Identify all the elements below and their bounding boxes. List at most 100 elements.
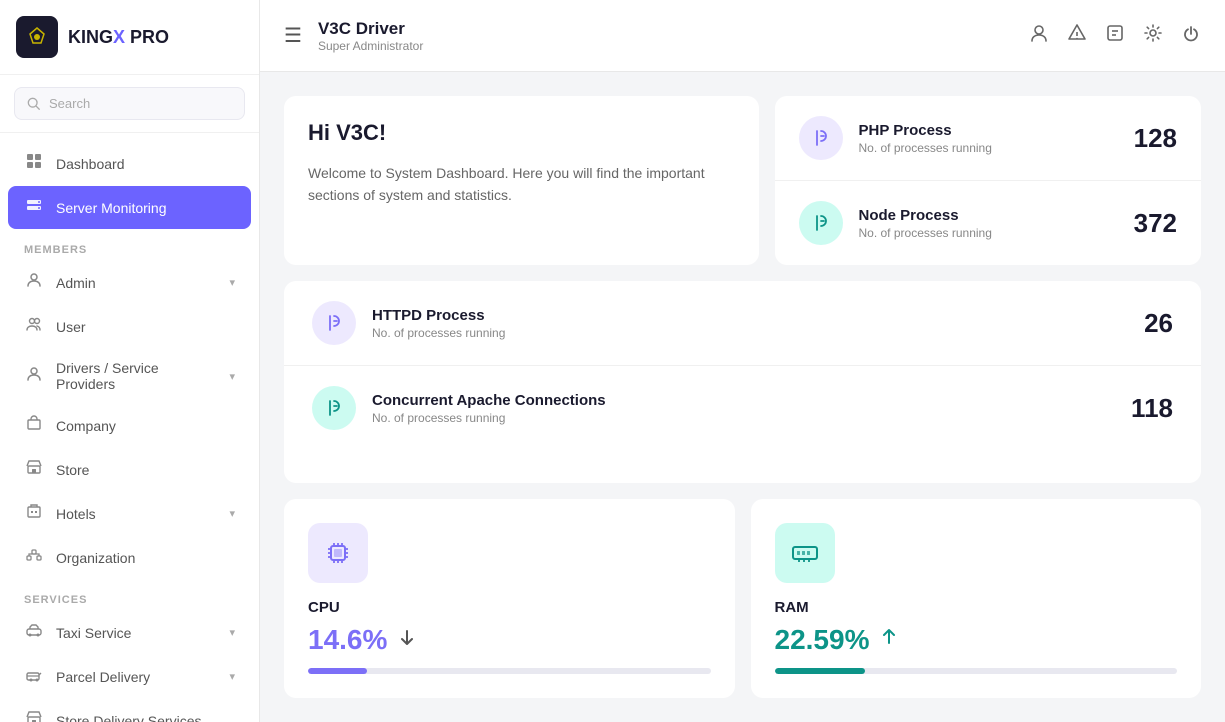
welcome-greeting: Hi V3C! (308, 120, 735, 146)
sidebar-item-dashboard[interactable]: Dashboard (8, 142, 251, 185)
logo-icon (16, 16, 58, 58)
hamburger-button[interactable]: ☰ (284, 23, 302, 48)
apache-name: Concurrent Apache Connections (372, 392, 1115, 409)
ram-card: RAM 22.59% (751, 499, 1202, 698)
dashboard-label: Dashboard (56, 156, 125, 172)
httpd-count: 26 (1144, 308, 1173, 339)
php-process-icon (799, 116, 843, 160)
sidebar-item-user[interactable]: User (8, 305, 251, 348)
sidebar-item-parcel[interactable]: Parcel Delivery ▾ (8, 655, 251, 698)
search-icon (27, 97, 41, 111)
cpu-value: 14.6% (308, 624, 387, 656)
ram-value: 22.59% (775, 624, 870, 656)
header: ☰ V3C Driver Super Administrator (260, 0, 1225, 72)
server-monitoring-icon (24, 197, 44, 218)
taxi-icon (24, 622, 44, 643)
php-count: 128 (1134, 123, 1177, 154)
admin-arrow: ▾ (229, 276, 235, 289)
sidebar-item-organization[interactable]: Organization (8, 536, 251, 579)
sidebar-item-store-delivery[interactable]: Store Delivery Services (8, 699, 251, 722)
logo-text: KINGX PRO (68, 27, 169, 48)
apache-info: Concurrent Apache Connections No. of pro… (372, 392, 1115, 425)
node-name: Node Process (859, 207, 1118, 224)
ram-value-row: 22.59% (775, 624, 1178, 656)
power-icon[interactable] (1181, 23, 1201, 48)
process-card: PHP Process No. of processes running 128… (775, 96, 1202, 265)
alert-icon[interactable] (1067, 23, 1087, 48)
sidebar-item-store[interactable]: Store (8, 448, 251, 491)
page-content: Hi V3C! Welcome to System Dashboard. Her… (260, 72, 1225, 722)
notes-icon[interactable] (1105, 23, 1125, 48)
search-area: Search (0, 75, 259, 133)
sidebar-item-server-monitoring[interactable]: Server Monitoring (8, 186, 251, 229)
header-subtitle: Super Administrator (318, 39, 423, 53)
user-label: User (56, 319, 86, 335)
drivers-icon (24, 366, 44, 387)
cpu-value-row: 14.6% (308, 624, 711, 656)
apache-icon (312, 386, 356, 430)
cpu-bar-fill (308, 668, 367, 674)
sidebar-nav: Dashboard Server Monitoring MEMBERS Admi… (0, 133, 259, 722)
parcel-label: Parcel Delivery (56, 669, 150, 685)
apache-item: Concurrent Apache Connections No. of pro… (284, 366, 1201, 450)
organization-icon (24, 547, 44, 568)
ram-bar (775, 668, 1178, 674)
apache-count: 118 (1131, 393, 1173, 424)
dashboard-icon (24, 153, 44, 174)
node-process-icon (799, 201, 843, 245)
store-label: Store (56, 462, 89, 478)
sidebar-item-company[interactable]: Company (8, 404, 251, 447)
ram-label: RAM (775, 599, 1178, 616)
node-sub: No. of processes running (859, 226, 1118, 240)
header-left: ☰ V3C Driver Super Administrator (284, 19, 423, 53)
httpd-info: HTTPD Process No. of processes running (372, 307, 1128, 340)
cpu-arrow-icon (397, 627, 417, 653)
node-process-item: Node Process No. of processes running 37… (775, 181, 1202, 265)
store-icon (24, 459, 44, 480)
settings-icon[interactable] (1143, 23, 1163, 48)
search-box[interactable]: Search (14, 87, 245, 120)
store-delivery-icon (24, 710, 44, 722)
httpd-name: HTTPD Process (372, 307, 1128, 324)
cpu-bar (308, 668, 711, 674)
apache-sub: No. of processes running (372, 411, 1115, 425)
drivers-label: Drivers / Service Providers (56, 360, 217, 392)
parcel-icon (24, 666, 44, 687)
httpd-card: HTTPD Process No. of processes running 2… (284, 281, 1201, 483)
httpd-item: HTTPD Process No. of processes running 2… (284, 281, 1201, 366)
php-info: PHP Process No. of processes running (859, 122, 1118, 155)
main-content: ☰ V3C Driver Super Administrator (260, 0, 1225, 722)
cpu-icon-wrap (308, 523, 368, 583)
row-3: CPU 14.6% (284, 499, 1201, 698)
taxi-arrow: ▾ (229, 626, 235, 639)
httpd-sub: No. of processes running (372, 326, 1128, 340)
header-icons (1029, 23, 1201, 48)
node-info: Node Process No. of processes running (859, 207, 1118, 240)
sidebar-item-taxi[interactable]: Taxi Service ▾ (8, 611, 251, 654)
php-sub: No. of processes running (859, 141, 1118, 155)
company-icon (24, 415, 44, 436)
hotels-arrow: ▾ (229, 507, 235, 520)
user-icon (24, 316, 44, 337)
welcome-message: Welcome to System Dashboard. Here you wi… (308, 162, 735, 207)
httpd-icon (312, 301, 356, 345)
node-count: 372 (1134, 208, 1177, 239)
sidebar-item-drivers[interactable]: Drivers / Service Providers ▾ (8, 349, 251, 403)
company-label: Company (56, 418, 116, 434)
parcel-arrow: ▾ (229, 670, 235, 683)
row-1: Hi V3C! Welcome to System Dashboard. Her… (284, 96, 1201, 265)
cpu-card: CPU 14.6% (284, 499, 735, 698)
store-delivery-label: Store Delivery Services (56, 713, 202, 722)
admin-icon (24, 272, 44, 293)
admin-label: Admin (56, 275, 96, 291)
hotels-icon (24, 503, 44, 524)
ram-arrow-icon (879, 627, 899, 653)
cpu-label: CPU (308, 599, 711, 616)
taxi-label: Taxi Service (56, 625, 131, 641)
sidebar: KINGX PRO Search Dashboard Server Monito… (0, 0, 260, 722)
sidebar-item-hotels[interactable]: Hotels ▾ (8, 492, 251, 535)
cpu-icon (323, 538, 353, 568)
sidebar-item-admin[interactable]: Admin ▾ (8, 261, 251, 304)
header-title-area: V3C Driver Super Administrator (318, 19, 423, 53)
user-profile-icon[interactable] (1029, 23, 1049, 48)
